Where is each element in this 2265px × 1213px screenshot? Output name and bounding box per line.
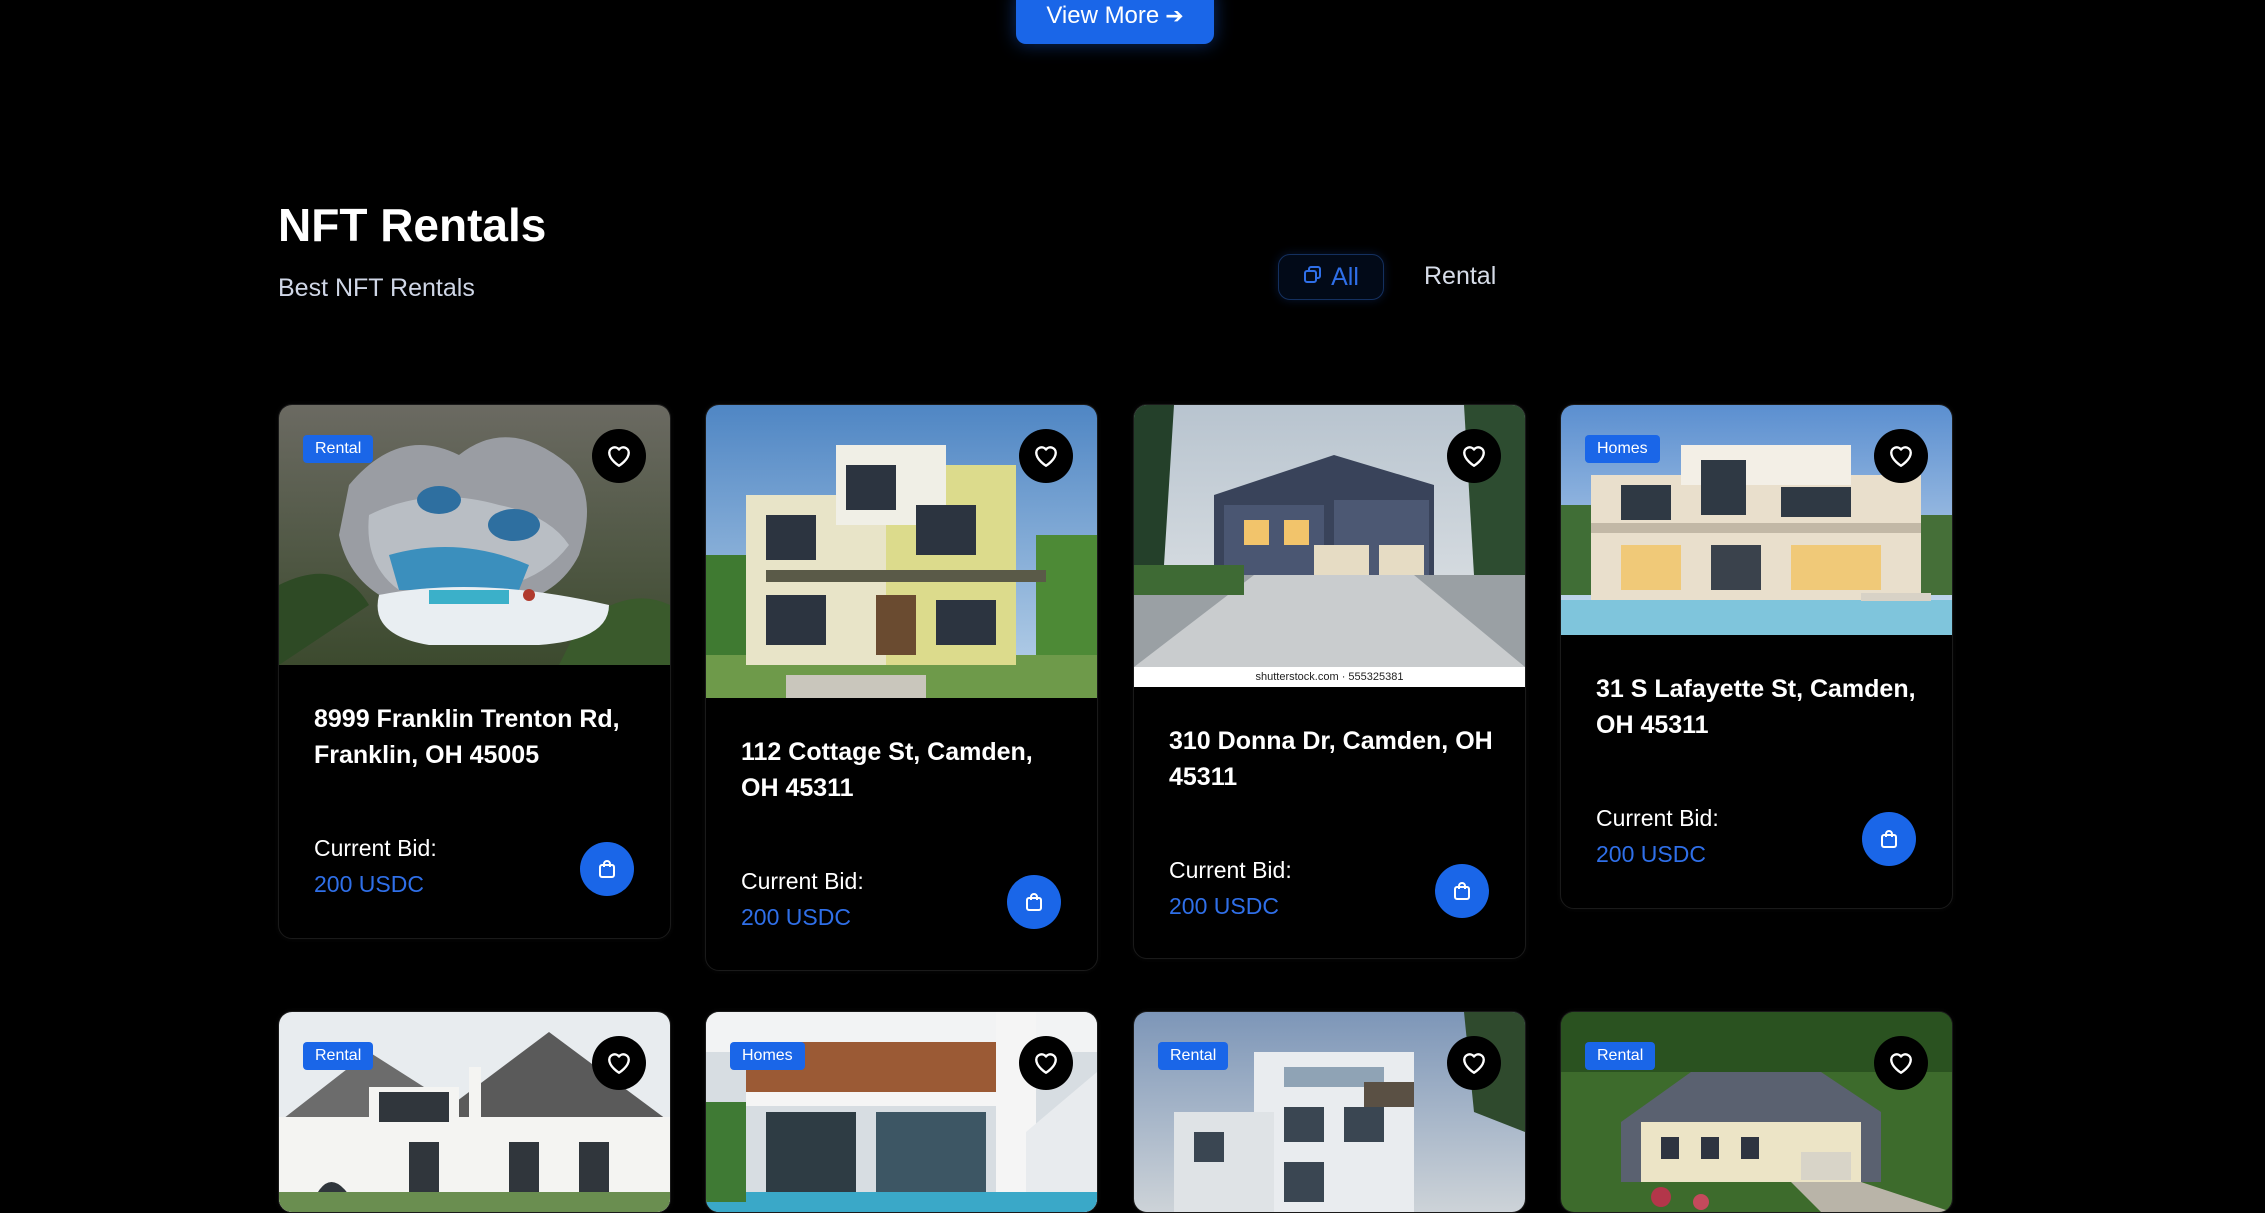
category-badge: Homes (730, 1042, 805, 1070)
arrow-right-icon: ➔ (1165, 3, 1184, 28)
favorite-button[interactable] (1447, 429, 1501, 483)
category-badge: Rental (1158, 1042, 1229, 1070)
heart-icon (1035, 1053, 1057, 1074)
property-title: 8999 Franklin Trenton Rd, Franklin, OH 4… (314, 705, 620, 769)
favorite-button[interactable] (1019, 1036, 1073, 1090)
shopping-bag-icon (1454, 882, 1470, 900)
category-badge: Homes (1585, 435, 1660, 463)
property-title: 112 Cottage St, Camden, OH 45311 (741, 738, 1033, 802)
bid-label: Current Bid: (1596, 805, 1719, 831)
property-title: 310 Donna Dr, Camden, OH 45311 (1169, 727, 1493, 791)
section-subtitle: Best NFT Rentals (278, 274, 475, 302)
heart-icon (608, 446, 630, 467)
watermark-label: shutterstock.com · 555325381 (1134, 667, 1525, 687)
favorite-button[interactable] (1019, 429, 1073, 483)
category-badge: Rental (303, 1042, 374, 1070)
bid-label: Current Bid: (314, 835, 437, 861)
heart-icon (1890, 446, 1912, 467)
heart-icon (1463, 1053, 1485, 1074)
property-card[interactable]: shutterstock.com · 555325381 310 Donna D… (1133, 404, 1526, 959)
bid-value: 200 USDC (314, 871, 424, 897)
shopping-bag-icon (1881, 830, 1897, 848)
filter-all-label: All (1331, 262, 1359, 291)
buy-button[interactable] (1862, 812, 1916, 866)
favorite-button[interactable] (592, 1036, 646, 1090)
shopping-bag-icon (1026, 893, 1042, 911)
heart-icon (1035, 446, 1057, 467)
filter-rental-tab[interactable]: Rental (1424, 262, 1496, 291)
copy-icon (1303, 263, 1323, 292)
shopping-bag-icon (599, 860, 615, 878)
property-card[interactable]: Rental (1560, 1011, 1953, 1213)
property-title: 31 S Lafayette St, Camden, OH 45311 (1596, 675, 1916, 739)
buy-button[interactable] (1007, 875, 1061, 929)
property-card[interactable]: Homes 31 S Lafayette St, Camden, OH 4531… (1560, 404, 1953, 909)
property-card[interactable]: Rental (278, 1011, 671, 1213)
category-badge: Rental (1585, 1042, 1656, 1070)
buy-button[interactable] (580, 842, 634, 896)
heart-icon (608, 1053, 630, 1074)
buy-button[interactable] (1435, 864, 1489, 918)
favorite-button[interactable] (1874, 1036, 1928, 1090)
heart-icon (1463, 446, 1485, 467)
favorite-button[interactable] (592, 429, 646, 483)
bid-label: Current Bid: (1169, 857, 1292, 883)
view-more-button[interactable]: View More ➔ (1016, 0, 1214, 44)
property-card[interactable]: 112 Cottage St, Camden, OH 45311 Current… (705, 404, 1098, 971)
property-card[interactable]: Homes (705, 1011, 1098, 1213)
favorite-button[interactable] (1874, 429, 1928, 483)
property-card[interactable]: Rental (1133, 1011, 1526, 1213)
property-card[interactable]: Rental 8999 Franklin Trenton Rd, Frankli… (278, 404, 671, 939)
section-title: NFT Rentals (278, 199, 547, 251)
bid-value: 200 USDC (1596, 841, 1706, 867)
view-more-label: View More (1046, 2, 1160, 29)
bid-label: Current Bid: (741, 868, 864, 894)
favorite-button[interactable] (1447, 1036, 1501, 1090)
category-badge: Rental (303, 435, 374, 463)
bid-value: 200 USDC (741, 904, 851, 930)
bid-value: 200 USDC (1169, 893, 1279, 919)
heart-icon (1890, 1053, 1912, 1074)
filter-all-tab[interactable]: All (1278, 254, 1384, 300)
